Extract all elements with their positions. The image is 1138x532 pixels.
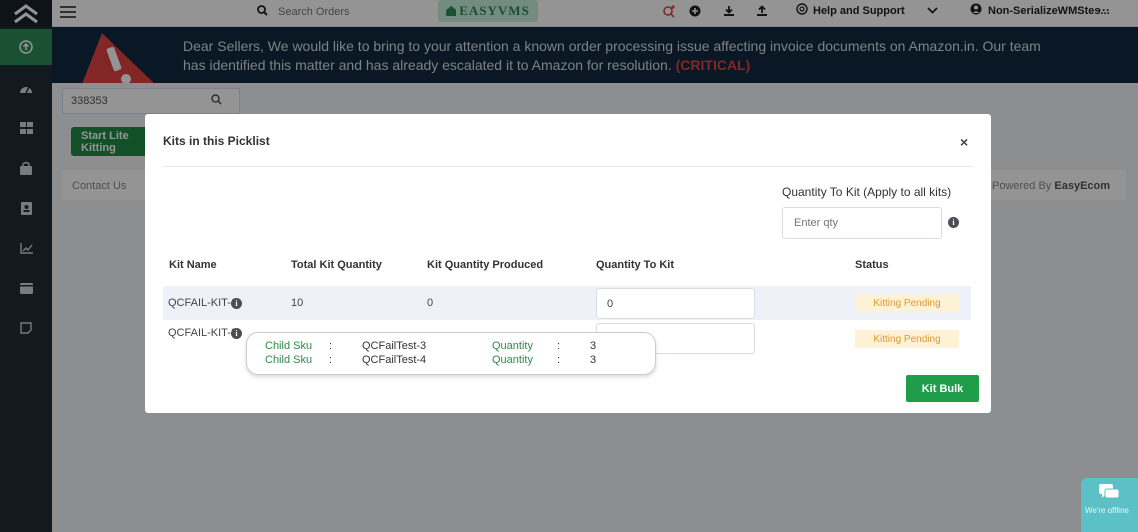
total-kit-quantity: 10 xyxy=(291,297,304,309)
status-badge: Kitting Pending xyxy=(855,294,959,312)
kit-quantity-produced: 0 xyxy=(427,297,434,309)
close-icon[interactable]: × xyxy=(960,134,968,150)
col-kit-quantity-produced: Kit Quantity Produced xyxy=(427,259,544,271)
quantity-value: 3 xyxy=(590,340,597,352)
child-sku-label: Child Sku xyxy=(265,340,313,352)
kit-bulk-button[interactable]: Kit Bulk xyxy=(906,375,979,402)
chat-status-label: We're offline xyxy=(1085,506,1129,515)
chat-widget[interactable]: We're offline xyxy=(1081,478,1138,532)
info-icon[interactable]: i xyxy=(231,328,242,339)
info-icon[interactable]: i xyxy=(948,217,959,228)
tooltip-row: Child Sku : QCFailTest-3 Quantity : 3 xyxy=(265,340,645,354)
qty-all-label: Quantity To Kit (Apply to all kits) xyxy=(782,185,952,199)
child-sku-value: QCFailTest-3 xyxy=(362,340,427,352)
col-quantity-to-kit: Quantity To Kit xyxy=(596,259,675,271)
quantity-label: Quantity xyxy=(492,340,533,352)
info-icon[interactable]: i xyxy=(231,298,242,309)
divider xyxy=(163,166,973,167)
separator: : xyxy=(329,354,333,366)
quantity-label: Quantity xyxy=(492,354,533,366)
quantity-value: 3 xyxy=(590,354,597,366)
kit-name: QCFAIL-KIT-2 xyxy=(168,327,238,339)
child-sku-value: QCFailTest-4 xyxy=(362,354,427,366)
table-row: QCFAIL-KIT-1 i 10 0 Kitting Pending xyxy=(163,286,971,320)
col-total-kit-quantity: Total Kit Quantity xyxy=(291,259,382,271)
qty-all-input[interactable] xyxy=(782,207,942,239)
separator: : xyxy=(329,340,333,352)
chat-icon xyxy=(1099,484,1120,505)
child-sku-label: Child Sku xyxy=(265,354,313,366)
col-status: Status xyxy=(855,259,889,271)
status-badge: Kitting Pending xyxy=(855,330,959,348)
separator: : xyxy=(557,340,561,352)
tooltip-row: Child Sku : QCFailTest-4 Quantity : 3 xyxy=(265,354,645,368)
col-kit-name: Kit Name xyxy=(169,259,217,271)
separator: : xyxy=(557,354,561,366)
quantity-to-kit-input[interactable] xyxy=(596,288,755,319)
kit-name: QCFAIL-KIT-1 xyxy=(168,297,238,309)
child-sku-tooltip: Child Sku : QCFailTest-3 Quantity : 3 Ch… xyxy=(246,332,656,375)
modal-title: Kits in this Picklist xyxy=(163,134,270,148)
